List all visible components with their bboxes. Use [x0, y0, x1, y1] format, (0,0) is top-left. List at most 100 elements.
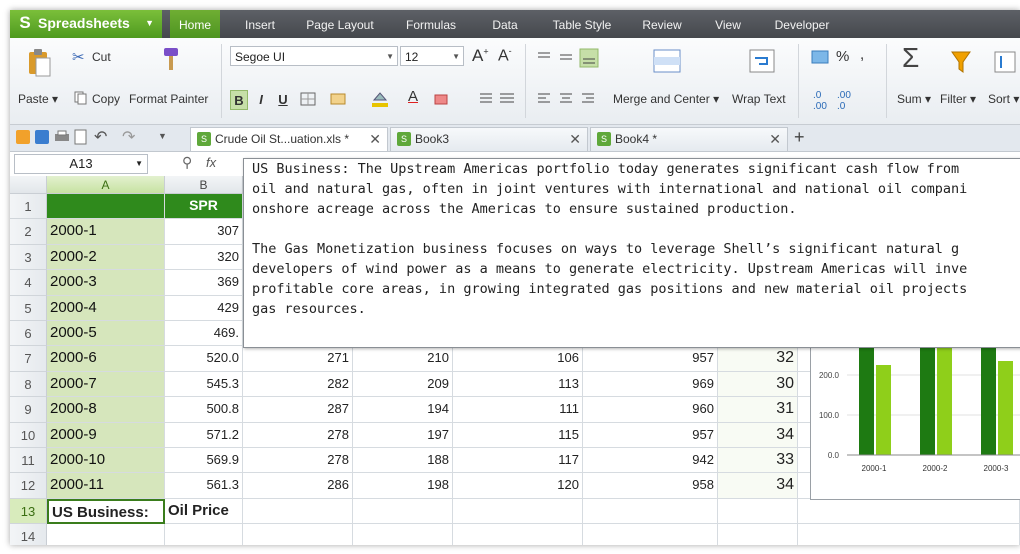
cell-style-icon[interactable] [330, 92, 352, 106]
data-cell[interactable]: 210 [353, 346, 453, 372]
row-header[interactable]: 3 [10, 244, 47, 271]
redo-icon[interactable]: ↷ [122, 127, 135, 147]
data-cell[interactable]: 960 [583, 397, 718, 423]
scissors-icon[interactable]: ✂ [72, 48, 88, 66]
cell-b5[interactable]: 429 [165, 295, 243, 321]
cell-a10[interactable]: 2000-9 [47, 422, 165, 448]
cell-a2[interactable]: 2000-1 [47, 219, 165, 245]
row-header[interactable]: 12 [10, 473, 47, 499]
empty-cell[interactable] [798, 498, 1020, 525]
cell-b3[interactable]: 320 [165, 244, 243, 271]
data-cell[interactable]: 31 [718, 397, 798, 423]
menu-data[interactable]: Data [480, 10, 530, 38]
zoom-icon[interactable]: ⚲ [182, 154, 192, 171]
data-cell[interactable] [243, 498, 353, 525]
cell-b10[interactable]: 571.2 [165, 422, 243, 448]
close-icon[interactable]: ✕ [769, 128, 781, 150]
cell-a12[interactable]: 2000-11 [47, 473, 165, 499]
data-cell[interactable]: 188 [353, 448, 453, 474]
row-header[interactable]: 8 [10, 371, 47, 398]
format-painter-icon[interactable] [160, 46, 184, 72]
font-color-icon[interactable]: A [408, 88, 418, 105]
empty-cell[interactable] [798, 524, 1020, 545]
data-cell[interactable] [583, 524, 718, 545]
data-cell[interactable]: 957 [583, 346, 718, 372]
data-cell[interactable]: 271 [243, 346, 353, 372]
data-cell[interactable]: 33 [718, 448, 798, 474]
cell-a14[interactable] [47, 524, 165, 545]
data-cell[interactable]: 115 [453, 422, 583, 448]
bold-button[interactable]: B [230, 90, 248, 110]
tab-crude-oil[interactable]: S Crude Oil St...uation.xls * ✕ [190, 127, 388, 151]
row-header[interactable]: 6 [10, 321, 47, 347]
row-header[interactable]: 1 [10, 194, 47, 220]
data-cell[interactable]: 197 [353, 422, 453, 448]
sort-icon[interactable] [993, 48, 1019, 76]
data-cell[interactable] [353, 498, 453, 525]
data-cell[interactable] [453, 498, 583, 525]
cell-a11[interactable]: 2000-10 [47, 448, 165, 474]
menu-insert[interactable]: Insert [235, 10, 285, 38]
data-cell[interactable]: 942 [583, 448, 718, 474]
cell-a9[interactable]: 2000-8 [47, 397, 165, 423]
cell-a5[interactable]: 2000-4 [47, 295, 165, 321]
cell-b12[interactable]: 561.3 [165, 473, 243, 499]
fill-color-icon[interactable] [370, 90, 392, 108]
decrease-font-icon[interactable]: A- [498, 46, 512, 65]
cell-b1[interactable]: SPR [165, 194, 243, 220]
data-cell[interactable]: 120 [453, 473, 583, 499]
app-menu-button[interactable]: S Spreadsheets ▼ [10, 10, 162, 38]
cell-a7[interactable]: 2000-6 [47, 346, 165, 372]
data-cell[interactable] [718, 524, 798, 545]
cell-b2[interactable]: 307 [165, 219, 243, 245]
close-icon[interactable]: ✕ [569, 128, 581, 150]
merge-center-button[interactable]: Merge and Center ▾ [613, 92, 719, 106]
clear-format-icon[interactable] [434, 92, 456, 106]
menu-review[interactable]: Review [633, 10, 691, 38]
save-icon[interactable] [35, 130, 49, 144]
row-header[interactable]: 10 [10, 422, 47, 448]
format-painter-button[interactable]: Format Painter [129, 92, 208, 106]
merge-center-icon[interactable] [652, 46, 682, 76]
currency-icon[interactable] [810, 48, 832, 66]
data-cell[interactable] [243, 524, 353, 545]
data-cell[interactable]: 958 [583, 473, 718, 499]
filter-icon[interactable] [950, 48, 972, 76]
data-cell[interactable]: 957 [583, 422, 718, 448]
cell-b9[interactable]: 500.8 [165, 397, 243, 423]
cell-b11[interactable]: 569.9 [165, 448, 243, 474]
function-icon[interactable]: fx [206, 155, 216, 170]
cell-b6[interactable]: 469. [165, 321, 243, 347]
font-name-select[interactable]: Segoe UI ▼ [230, 46, 398, 66]
print-icon[interactable] [54, 130, 70, 144]
data-cell[interactable] [718, 498, 798, 525]
data-cell[interactable]: 106 [453, 346, 583, 372]
tab-book3[interactable]: S Book3 ✕ [390, 127, 588, 151]
row-header[interactable]: 14 [10, 524, 47, 545]
row-header[interactable]: 11 [10, 448, 47, 474]
menu-table-style[interactable]: Table Style [542, 10, 622, 38]
quick-access-chevron-icon[interactable]: ▼ [158, 131, 167, 141]
underline-button[interactable]: U [274, 90, 292, 110]
data-cell[interactable] [353, 524, 453, 545]
copy-button[interactable]: Copy [92, 92, 120, 106]
data-cell[interactable]: 287 [243, 397, 353, 423]
horizontal-align-icon[interactable] [534, 91, 600, 107]
comma-style-icon[interactable]: , [860, 46, 864, 63]
sort-button[interactable]: Sort ▾ [988, 92, 1019, 106]
data-cell[interactable]: 194 [353, 397, 453, 423]
data-cell[interactable]: 32 [718, 346, 798, 372]
percent-button[interactable]: % [836, 48, 849, 65]
row-header[interactable]: 13 [10, 498, 47, 525]
new-file-icon[interactable] [16, 130, 30, 144]
data-cell[interactable]: 117 [453, 448, 583, 474]
name-box[interactable]: A13 ▼ [14, 154, 148, 174]
row-header[interactable]: 2 [10, 219, 47, 245]
borders-icon[interactable] [300, 92, 318, 106]
new-tab-icon[interactable]: + [794, 127, 805, 148]
row-header[interactable]: 4 [10, 270, 47, 296]
cell-b8[interactable]: 545.3 [165, 371, 243, 398]
data-cell[interactable]: 209 [353, 371, 453, 398]
data-cell[interactable]: 198 [353, 473, 453, 499]
cut-button[interactable]: Cut [92, 50, 111, 64]
